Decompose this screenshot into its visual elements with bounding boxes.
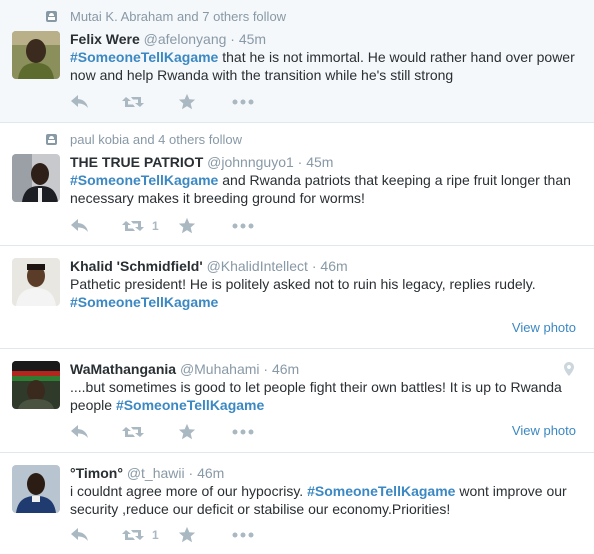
display-name[interactable]: °Timon° [70,465,123,481]
timestamp[interactable]: 46m [272,361,299,377]
tweet-text: #SomeoneTellKagame and Rwanda patriots t… [70,171,580,207]
tweet-header: Khalid 'Schmidfield' @KhalidIntellect · … [70,258,348,274]
separator: · [188,465,194,481]
display-name[interactable]: THE TRUE PATRIOT [70,154,203,170]
tweet-header: THE TRUE PATRIOT @johnnguyo1 · 45m [70,154,333,170]
retweet-button[interactable] [122,424,178,440]
tweet-actions [70,423,254,441]
handle[interactable]: @t_hawii [127,465,185,481]
tweet-feed: Mutai K. Abraham and 7 others follow Fel… [0,0,594,554]
reply-icon [70,527,90,543]
avatar[interactable] [12,465,60,513]
follow-context-icon [46,134,57,145]
timestamp[interactable]: 45m [239,31,266,47]
tweet-item[interactable]: Mutai K. Abraham and 7 others follow Fel… [0,0,594,123]
reply-icon [70,424,90,440]
hashtag-link[interactable]: #SomeoneTellKagame [70,294,218,310]
tweet-item[interactable]: Khalid 'Schmidfield' @KhalidIntellect · … [0,246,594,349]
retweet-icon [122,527,144,543]
avatar[interactable] [12,361,60,409]
tweet-header: WaMathangania @Muhahami · 46m [70,361,299,377]
follow-context-icon [46,11,57,22]
tweet-header: Felix Were @afelonyang · 45m [70,31,266,47]
more-button[interactable] [232,429,254,435]
avatar[interactable] [12,154,60,202]
retweet-button[interactable]: 1 [122,218,178,234]
follow-context-text: paul kobia and 4 others follow [70,132,243,147]
tweet-item[interactable]: paul kobia and 4 others follow THE TRUE … [0,123,594,246]
more-icon [232,532,254,538]
follow-context[interactable]: paul kobia and 4 others follow [46,132,242,147]
more-icon [232,99,254,105]
tweet-item[interactable]: °Timon° @t_hawii · 46m i couldnt agree m… [0,453,594,554]
display-name[interactable]: WaMathangania [70,361,176,377]
view-photo-link[interactable]: View photo [512,423,576,438]
tweet-text: Pathetic president! He is politely asked… [70,275,580,311]
hashtag-link[interactable]: #SomeoneTellKagame [116,397,264,413]
retweet-button[interactable]: 1 [122,527,178,543]
tweet-actions: 1 [70,526,254,544]
timestamp[interactable]: 46m [320,258,347,274]
favorite-button[interactable] [178,93,232,111]
retweet-icon [122,218,144,234]
more-button[interactable] [232,223,254,229]
reply-button[interactable] [70,527,122,543]
retweet-count: 1 [152,219,159,233]
avatar[interactable] [12,258,60,306]
follow-context-text: Mutai K. Abraham and 7 others follow [70,9,287,24]
reply-icon [70,218,90,234]
avatar[interactable] [12,31,60,79]
more-icon [232,429,254,435]
retweet-icon [122,94,144,110]
handle[interactable]: @johnnguyo1 [207,154,294,170]
handle[interactable]: @KhalidIntellect [207,258,308,274]
separator: · [230,31,235,47]
star-icon [178,93,196,111]
display-name[interactable]: Khalid 'Schmidfield' [70,258,203,274]
tweet-body: Pathetic president! He is politely asked… [70,276,536,292]
favorite-button[interactable] [178,217,232,235]
star-icon [178,217,196,235]
tweet-actions [70,93,254,111]
reply-icon [70,94,90,110]
retweet-button[interactable] [122,94,178,110]
reply-button[interactable] [70,94,122,110]
timestamp[interactable]: 45m [306,154,333,170]
handle[interactable]: @afelonyang [144,31,227,47]
separator: · [263,361,269,377]
timestamp[interactable]: 46m [197,465,224,481]
star-icon [178,423,196,441]
display-name[interactable]: Felix Were [70,31,140,47]
tweet-actions: 1 [70,217,254,235]
more-icon [232,223,254,229]
location-pin-icon[interactable] [564,362,574,376]
tweet-text: i couldnt agree more of our hypocrisy. #… [70,482,580,518]
star-icon [178,526,196,544]
retweet-count: 1 [152,528,159,542]
tweet-item[interactable]: WaMathangania @Muhahami · 46m ....but so… [0,349,594,453]
separator: · [297,154,303,170]
reply-button[interactable] [70,424,122,440]
view-photo-link[interactable]: View photo [512,320,576,335]
tweet-text: #SomeoneTellKagame that he is not immort… [70,48,580,84]
handle[interactable]: @Muhahami [180,361,260,377]
tweet-header: °Timon° @t_hawii · 46m [70,465,224,481]
more-button[interactable] [232,99,254,105]
favorite-button[interactable] [178,423,232,441]
hashtag-link[interactable]: #SomeoneTellKagame [307,483,455,499]
tweet-text: ....but sometimes is good to let people … [70,378,580,414]
retweet-icon [122,424,144,440]
more-button[interactable] [232,532,254,538]
separator: · [311,258,317,274]
hashtag-link[interactable]: #SomeoneTellKagame [70,172,218,188]
follow-context[interactable]: Mutai K. Abraham and 7 others follow [46,9,286,24]
tweet-body: i couldnt agree more of our hypocrisy. [70,483,308,499]
reply-button[interactable] [70,218,122,234]
favorite-button[interactable] [178,526,232,544]
hashtag-link[interactable]: #SomeoneTellKagame [70,49,218,65]
